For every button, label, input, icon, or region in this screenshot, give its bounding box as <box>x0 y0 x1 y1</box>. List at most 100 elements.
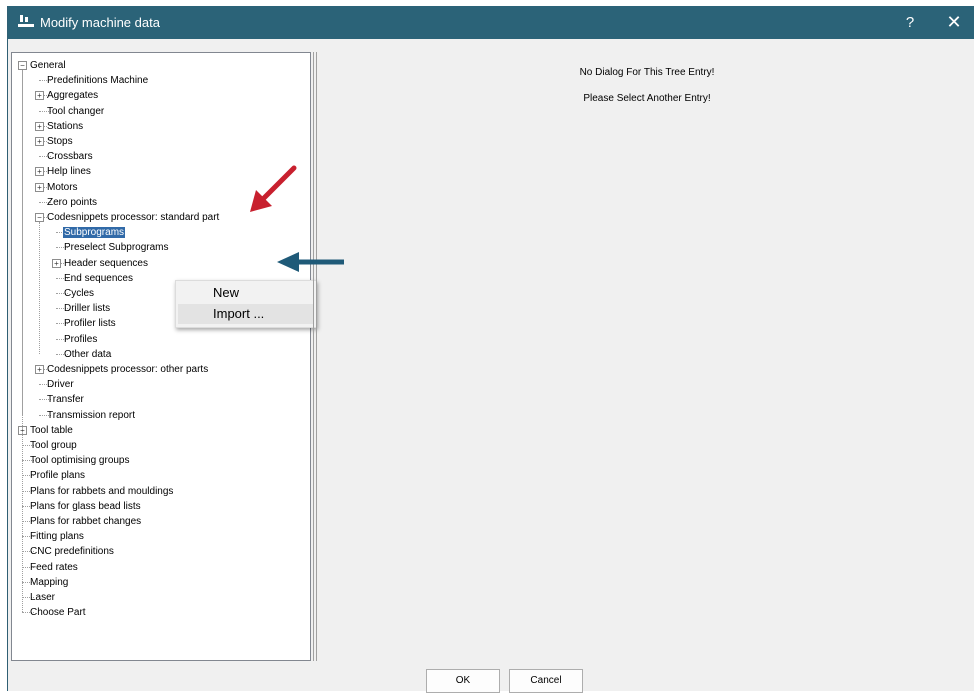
tree-item-tool-table[interactable]: Tool table <box>29 423 74 438</box>
tree-item-label: Driller lists <box>64 303 111 315</box>
tree-item-label: Cycles <box>64 288 95 299</box>
tree-item-cycles[interactable]: Cycles <box>63 286 95 301</box>
tree-item-label: Tool table <box>30 424 73 436</box>
tree-item-label: Mapping <box>30 576 69 588</box>
tree-item-label: Driver <box>47 379 74 391</box>
expand-icon[interactable]: + <box>35 167 44 177</box>
tree-item-label: Crossbars <box>47 151 93 163</box>
tree-item-label: Profiler lists <box>64 318 116 330</box>
tree-item-label: Codesnippets processor: standard part <box>47 212 220 223</box>
tree-item-codesnippets-processor-other-parts[interactable]: Codesnippets processor: other parts <box>46 362 209 377</box>
panel-splitter[interactable] <box>313 52 317 661</box>
expand-icon[interactable]: + <box>35 91 44 101</box>
tree-item-label: Profile plans <box>30 470 86 482</box>
tree-item-codesnippets-processor-standard-part[interactable]: Codesnippets processor: standard part <box>46 210 220 225</box>
machine-data-tree: − General Predefinitions Machine + Aggregate… <box>12 53 310 660</box>
tree-item-label: Predefinitions Machine <box>47 75 149 87</box>
tree-item-choose-part[interactable]: Choose Part <box>29 605 87 620</box>
tree-item-stations[interactable]: Stations <box>46 119 84 134</box>
expand-icon[interactable]: + <box>35 182 44 192</box>
tree-item-laser[interactable]: Laser <box>29 590 56 605</box>
tree-item-label: Feed rates <box>30 561 78 573</box>
tree-item-profile-plans[interactable]: Profile plans <box>29 468 86 483</box>
context-menu-import[interactable]: Import ... <box>178 304 314 324</box>
tree-item-header-sequences[interactable]: Header sequences <box>63 256 149 271</box>
modify-machine-data-dialog: Modify machine data ? ✕ − General Predefin… <box>7 6 974 693</box>
expand-icon[interactable]: + <box>52 258 61 268</box>
tree-item-transfer[interactable]: Transfer <box>46 392 85 407</box>
tree-item-driver[interactable]: Driver <box>46 377 75 392</box>
tree-root-guide-line <box>22 70 23 613</box>
no-dialog-message: No Dialog For This Tree Entry! <box>579 67 715 78</box>
tree-item-end-sequences[interactable]: End sequences <box>63 271 134 286</box>
tree-item-help-lines[interactable]: Help lines <box>46 164 92 179</box>
tree-item-label: Choose Part <box>30 607 86 619</box>
tree-item-tool-optimising-groups[interactable]: Tool optimising groups <box>29 453 131 468</box>
blue-annotation-arrow <box>277 252 344 272</box>
context-menu: New Import ... <box>175 280 317 328</box>
tree-item-label: Help lines <box>47 166 91 178</box>
expand-icon[interactable]: + <box>35 365 44 374</box>
tree-item-driller-lists[interactable]: Driller lists <box>63 301 111 316</box>
tree-item-label: Profiles <box>64 333 98 345</box>
tree-item-label: Tool optimising groups <box>30 455 130 467</box>
title-bar: Modify machine data ? ✕ <box>8 6 974 39</box>
expand-icon[interactable]: + <box>35 121 44 131</box>
tree-item-predefinitions-machine[interactable]: Predefinitions Machine <box>46 73 149 88</box>
tree-item-transmission-report[interactable]: Transmission report <box>46 408 136 423</box>
tree-item-plans-for-rabbets-and-mouldings[interactable]: Plans for rabbets and mouldings <box>29 484 174 499</box>
tree-item-profiler-lists[interactable]: Profiler lists <box>63 316 117 331</box>
tree-item-label: General <box>30 60 66 71</box>
tree-item-label: Transfer <box>47 394 84 406</box>
tree-item-mapping[interactable]: Mapping <box>29 575 69 590</box>
tree-item-plans-for-glass-bead-lists[interactable]: Plans for glass bead lists <box>29 499 142 514</box>
expand-icon[interactable]: + <box>35 137 44 146</box>
tree-item-fitting-plans[interactable]: Fitting plans <box>29 529 85 544</box>
tree-item-label: Preselect Subprograms <box>64 242 169 254</box>
tree-item-general[interactable]: General <box>29 58 67 73</box>
tree-item-motors[interactable]: Motors <box>46 180 79 195</box>
tree-item-stops[interactable]: Stops <box>46 134 74 149</box>
tree-item-label: Tool changer <box>47 105 105 117</box>
tree-item-plans-for-rabbet-changes[interactable]: Plans for rabbet changes <box>29 514 142 529</box>
machine-app-icon <box>18 15 34 27</box>
tree-item-label: Plans for rabbets and mouldings <box>30 485 174 497</box>
help-button[interactable]: ? <box>890 6 930 39</box>
tree-item-label: Stops <box>47 136 73 147</box>
tree-item-aggregates[interactable]: Aggregates <box>46 88 99 103</box>
tree-item-label: Motors <box>47 181 78 193</box>
detail-panel: No Dialog For This Tree Entry! Please Se… <box>319 52 974 661</box>
collapse-icon[interactable]: − <box>35 213 44 222</box>
tree-guide-line <box>39 222 40 354</box>
cancel-button[interactable]: Cancel <box>509 669 583 693</box>
red-annotation-arrow <box>250 165 297 212</box>
tree-item-subprograms[interactable]: Subprograms <box>63 225 126 240</box>
window-title: Modify machine data <box>40 15 160 30</box>
tree-item-tool-group[interactable]: Tool group <box>29 438 78 453</box>
tree-item-profiles[interactable]: Profiles <box>63 332 98 347</box>
tree-item-crossbars[interactable]: Crossbars <box>46 149 94 164</box>
tree-item-other-data[interactable]: Other data <box>63 347 112 362</box>
tree-item-label: Fitting plans <box>30 531 84 543</box>
tree-item-label: CNC predefinitions <box>30 546 114 558</box>
context-menu-new[interactable]: New <box>178 283 314 303</box>
tree-item-preselect-subprograms[interactable]: Preselect Subprograms <box>63 240 170 255</box>
tree-item-feed-rates[interactable]: Feed rates <box>29 560 79 575</box>
tree-item-label: End sequences <box>64 272 133 284</box>
tree-item-label: Plans for rabbet changes <box>30 516 142 527</box>
select-entry-message: Please Select Another Entry! <box>583 93 711 104</box>
tree-item-zero-points[interactable]: Zero points <box>46 195 98 210</box>
ok-button[interactable]: OK <box>426 669 500 693</box>
close-button[interactable]: ✕ <box>934 6 974 39</box>
tree-item-cnc-predefinitions[interactable]: CNC predefinitions <box>29 544 115 559</box>
tree-item-label: Other data <box>64 348 112 360</box>
tree-item-label: Tool group <box>30 440 77 451</box>
tree-item-label: Plans for glass bead lists <box>30 500 141 512</box>
tree-item-label: Codesnippets processor: other parts <box>47 364 209 375</box>
tree-item-label: Subprograms <box>63 227 126 239</box>
tree-item-label: Laser <box>30 592 56 603</box>
machine-data-tree-panel[interactable]: − General Predefinitions Machine + Aggregate… <box>11 52 317 661</box>
tree-item-tool-changer[interactable]: Tool changer <box>46 104 105 119</box>
tree-item-label: Aggregates <box>47 90 99 102</box>
collapse-icon[interactable]: − <box>18 61 27 70</box>
